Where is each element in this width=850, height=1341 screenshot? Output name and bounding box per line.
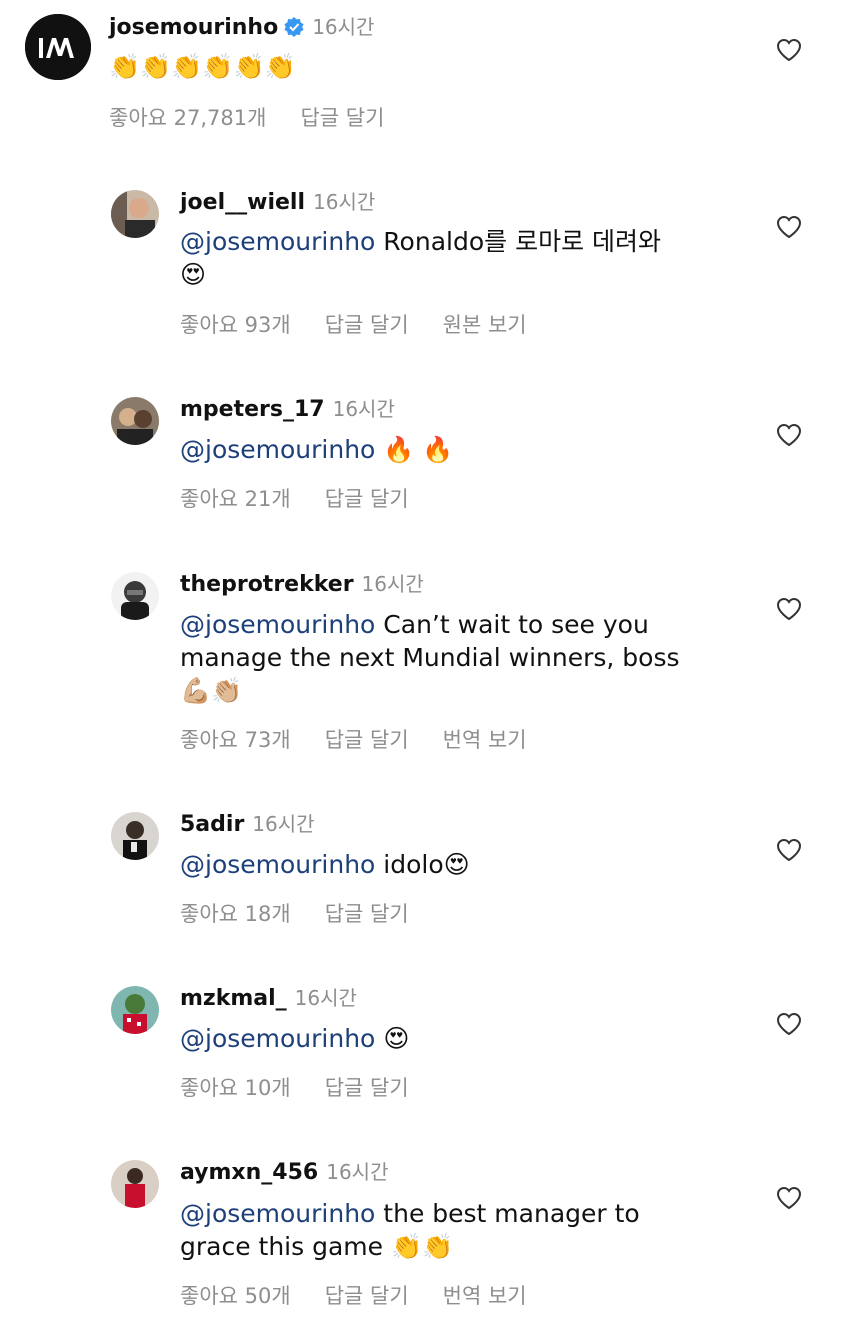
comment-text: 👏👏👏👏👏👏 xyxy=(109,50,749,83)
mention-link[interactable]: @josemourinho xyxy=(180,435,375,464)
avatar[interactable] xyxy=(111,397,159,445)
comment-header: mzkmal_ 16시간 xyxy=(180,984,357,1013)
likes-count[interactable]: 좋아요 21개 xyxy=(180,487,291,511)
username[interactable]: mpeters_17 xyxy=(180,397,325,422)
heart-outline-icon[interactable] xyxy=(776,838,802,862)
user-photo-icon xyxy=(111,397,159,445)
verified-badge-icon xyxy=(284,17,304,37)
jm-logo-icon xyxy=(25,14,91,80)
username[interactable]: josemourinho xyxy=(109,15,278,40)
comment-message: idolo xyxy=(375,850,444,879)
view-translation-button[interactable]: 번역 보기 xyxy=(443,728,527,752)
comment-text: @josemourinho 🔥 🔥 xyxy=(180,433,740,466)
likes-count[interactable]: 좋아요 93개 xyxy=(180,313,291,337)
timestamp: 16시간 xyxy=(294,986,357,1010)
comment-meta: 좋아요 73개 답글 달기 번역 보기 xyxy=(180,724,561,754)
heart-outline-icon[interactable] xyxy=(776,215,802,239)
avatar[interactable] xyxy=(25,14,91,80)
timestamp: 16시간 xyxy=(361,572,424,596)
mention-link[interactable]: @josemourinho xyxy=(180,850,375,879)
avatar[interactable] xyxy=(111,572,159,620)
reply-button[interactable]: 답글 달기 xyxy=(300,106,384,130)
mention-link[interactable]: @josemourinho xyxy=(180,227,375,256)
avatar[interactable] xyxy=(111,812,159,860)
reply-button[interactable]: 답글 달기 xyxy=(325,487,409,511)
heart-eyes-emoji: 😍 xyxy=(383,1024,410,1053)
avatar[interactable] xyxy=(111,1160,159,1208)
heart-outline-icon[interactable] xyxy=(776,597,802,621)
reply-button[interactable]: 답글 달기 xyxy=(325,1284,409,1308)
avatar[interactable] xyxy=(111,986,159,1034)
view-translation-button[interactable]: 번역 보기 xyxy=(443,1284,527,1308)
comment-header: 5adir 16시간 xyxy=(180,810,315,839)
user-photo-icon xyxy=(111,190,159,238)
comment-meta: 좋아요 93개 답글 달기 원본 보기 xyxy=(180,309,561,339)
timestamp: 16시간 xyxy=(312,15,375,39)
likes-count[interactable]: 좋아요 73개 xyxy=(180,728,291,752)
view-original-button[interactable]: 원본 보기 xyxy=(443,313,527,337)
fire-emoji: 🔥 🔥 xyxy=(383,435,454,464)
reply-button[interactable]: 답글 달기 xyxy=(325,902,409,926)
reply-button[interactable]: 답글 달기 xyxy=(325,728,409,752)
username[interactable]: 5adir xyxy=(180,812,244,837)
heart-outline-icon[interactable] xyxy=(776,423,802,447)
likes-count[interactable]: 좋아요 27,781개 xyxy=(109,106,266,130)
username[interactable]: joel__wiell xyxy=(180,190,305,215)
clapping-hands-emoji: 👏👏👏👏👏👏 xyxy=(109,52,296,81)
likes-count[interactable]: 좋아요 18개 xyxy=(180,902,291,926)
comment-text: @josemourinho Can’t wait to see you mana… xyxy=(180,608,720,707)
heart-eyes-emoji: 😍 xyxy=(443,850,470,879)
likes-count[interactable]: 좋아요 50개 xyxy=(180,1284,291,1308)
mention-link[interactable]: @josemourinho xyxy=(180,1199,375,1228)
user-photo-icon xyxy=(111,1160,159,1208)
comment-header: aymxn_456 16시간 xyxy=(180,1158,388,1187)
heart-outline-icon[interactable] xyxy=(776,1012,802,1036)
timestamp: 16시간 xyxy=(326,1160,389,1184)
heart-eyes-emoji: 😍 xyxy=(180,260,207,289)
mention-link[interactable]: @josemourinho xyxy=(180,610,375,639)
username[interactable]: theprotrekker xyxy=(180,572,354,597)
comment-header: josemourinho 16시간 xyxy=(109,13,374,42)
comment-meta: 좋아요 50개 답글 달기 번역 보기 xyxy=(180,1280,561,1310)
reply-button[interactable]: 답글 달기 xyxy=(325,1076,409,1100)
user-photo-icon xyxy=(111,986,159,1034)
reply-button[interactable]: 답글 달기 xyxy=(325,313,409,337)
username[interactable]: mzkmal_ xyxy=(180,986,287,1011)
username[interactable]: aymxn_456 xyxy=(180,1160,318,1185)
comment-text: @josemourinho the best manager to grace … xyxy=(180,1197,700,1263)
heart-outline-icon[interactable] xyxy=(776,1186,802,1210)
comment-text: @josemourinho 😍 xyxy=(180,1022,740,1055)
avatar[interactable] xyxy=(111,190,159,238)
timestamp: 16시간 xyxy=(252,812,315,836)
comment-meta: 좋아요 18개 답글 달기 xyxy=(180,898,443,928)
comment-meta: 좋아요 27,781개 답글 달기 xyxy=(109,102,418,132)
clapping-hands-emoji: 👏👏 xyxy=(390,1232,454,1261)
comment-text: @josemourinho idolo😍 xyxy=(180,848,740,881)
comment-header: theprotrekker 16시간 xyxy=(180,570,424,599)
comment-meta: 좋아요 10개 답글 달기 xyxy=(180,1072,443,1102)
flexed-biceps-clapping-emoji: 💪🏼👏🏼 xyxy=(180,676,243,705)
comment-meta: 좋아요 21개 답글 달기 xyxy=(180,483,443,513)
likes-count[interactable]: 좋아요 10개 xyxy=(180,1076,291,1100)
comment-message: Ronaldo를 로마로 데려와 xyxy=(375,227,662,256)
mention-link[interactable]: @josemourinho xyxy=(180,1024,375,1053)
user-photo-icon xyxy=(111,812,159,860)
user-photo-icon xyxy=(111,572,159,620)
heart-outline-icon[interactable] xyxy=(776,38,802,62)
comment-header: joel__wiell 16시간 xyxy=(180,188,375,217)
comment-header: mpeters_17 16시간 xyxy=(180,395,395,424)
timestamp: 16시간 xyxy=(332,397,395,421)
comment-text: @josemourinho Ronaldo를 로마로 데려와 😍 xyxy=(180,225,740,291)
timestamp: 16시간 xyxy=(313,190,376,214)
